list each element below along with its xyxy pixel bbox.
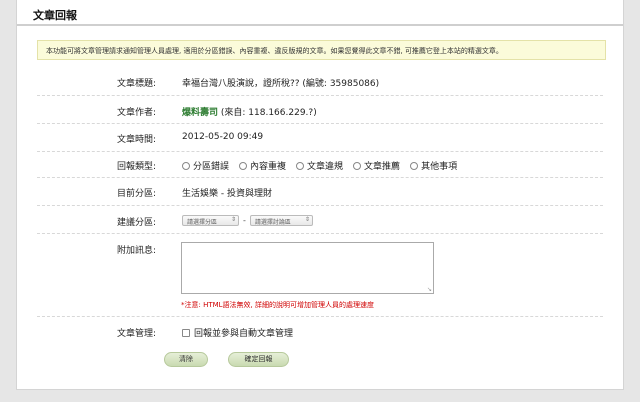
board-select[interactable]: 請選擇討論區 ⇕ — [249, 215, 313, 226]
radio-label: 文章違規 — [307, 162, 344, 172]
zone-select[interactable]: 請選擇分區 ⇕ — [182, 215, 239, 226]
auto-manage-option[interactable]: 回報並參與自動文章管理 — [182, 326, 293, 339]
article-title-value: 幸福台灣八股演說，證所稅?? (編號: 35985086) — [182, 79, 380, 89]
row-manage: 文章管理: 回報並參與自動文章管理 — [37, 317, 603, 345]
board-select-value: 請選擇討論區 — [254, 219, 291, 226]
row-article-time: 文章時間: 2012-05-20 09:49 — [37, 124, 603, 152]
radio-label: 分區錯誤 — [193, 162, 230, 172]
author-source: (來自: 118.166.229.?) — [220, 108, 317, 118]
article-author-value: 爆料壽司 (來自: 118.166.229.?) — [182, 105, 317, 118]
radio-recommend[interactable]: 文章推薦 — [353, 159, 400, 172]
zone-select-value: 請選擇分區 — [187, 219, 218, 226]
row-report-type: 回報類型: 分區錯誤 內容重複 文章違規 文章推薦 其他事項 — [37, 152, 603, 178]
article-time-value: 2012-05-20 09:49 — [182, 132, 264, 142]
chevron-updown-icon: ⇕ — [230, 216, 236, 223]
auto-manage-label: 回報並參與自動文章管理 — [194, 329, 294, 339]
radio-button[interactable] — [410, 161, 419, 170]
row-article-author: 文章作者: 爆料壽司 (來自: 118.166.229.?) — [37, 96, 603, 124]
clear-button[interactable]: 清除 — [164, 352, 208, 367]
resize-grip-icon[interactable]: ↘ — [427, 286, 432, 293]
radio-duplicate[interactable]: 內容重複 — [239, 159, 286, 172]
row-suggest-zone: 建議分區: 請選擇分區 ⇕ - 請選擇討論區 ⇕ — [37, 206, 603, 234]
radio-button[interactable] — [182, 161, 190, 170]
current-zone-value: 生活娛樂 - 投資與理財 — [182, 189, 272, 199]
page-title: 文章回報 — [33, 9, 77, 22]
row-current-zone: 目前分區: 生活娛樂 - 投資與理財 — [37, 178, 603, 206]
select-separator: - — [243, 216, 246, 225]
message-warning: *注意: HTML語法無效, 詳細的說明可增加管理人員的處理速度 — [181, 301, 375, 309]
radio-label: 文章推薦 — [364, 162, 401, 172]
radio-button[interactable] — [296, 161, 305, 170]
radio-other[interactable]: 其他事項 — [410, 159, 457, 172]
report-type-radio-group: 分區錯誤 內容重複 文章違規 文章推薦 其他事項 — [182, 159, 457, 172]
radio-button[interactable] — [239, 161, 248, 170]
suggest-zone-selects: 請選擇分區 ⇕ - 請選擇討論區 ⇕ — [182, 215, 313, 226]
chevron-updown-icon: ⇕ — [304, 216, 310, 223]
submit-report-button[interactable]: 確定回報 — [228, 352, 289, 367]
radio-button[interactable] — [353, 161, 362, 170]
author-name-link[interactable]: 爆料壽司 — [182, 108, 218, 118]
radio-zone-error[interactable]: 分區錯誤 — [182, 159, 229, 172]
title-bar: 文章回報 — [17, 0, 623, 26]
auto-manage-checkbox[interactable] — [182, 328, 190, 337]
radio-violation[interactable]: 文章違規 — [296, 159, 343, 172]
row-article-title: 文章標題: 幸福台灣八股演說，證所稅?? (編號: 35985086) — [37, 68, 603, 96]
notice-box: 本功能可將文章管理請求通知管理人員處理, 適用於分區錯誤、內容重複、違反版規的文… — [37, 40, 606, 60]
radio-label: 內容重複 — [250, 162, 287, 172]
report-panel: 文章回報 本功能可將文章管理請求通知管理人員處理, 適用於分區錯誤、內容重複、違… — [16, 0, 624, 390]
message-textarea[interactable]: ↘ — [181, 242, 434, 294]
radio-label: 其他事項 — [421, 162, 458, 172]
